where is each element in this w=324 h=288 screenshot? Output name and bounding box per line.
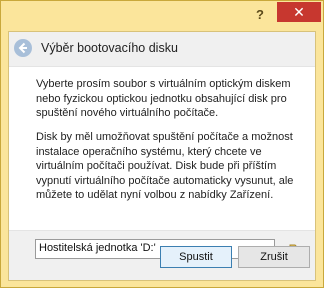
start-button[interactable]: Spustit bbox=[160, 246, 232, 268]
page-title: Výběr bootovacího disku bbox=[41, 41, 178, 55]
content-panel: Vyberte prosím soubor s virtuálním optic… bbox=[9, 66, 315, 259]
back-arrow-icon[interactable] bbox=[14, 39, 32, 57]
close-button[interactable]: ✕ bbox=[277, 2, 321, 22]
back-arrow-glyph bbox=[18, 42, 27, 54]
dialog-body: Výběr bootovacího disku Vyberte prosím s… bbox=[8, 31, 316, 281]
cancel-button[interactable]: Zrušit bbox=[238, 246, 310, 268]
button-bar: Spustit Zrušit bbox=[9, 230, 315, 280]
dialog-window: ? ✕ Výběr bootovacího disku Vyberte pros… bbox=[0, 0, 324, 288]
title-bar: ? ✕ bbox=[1, 1, 323, 31]
info-text: Disk by měl umožňovat spuštění počítače … bbox=[36, 131, 294, 201]
help-button[interactable]: ? bbox=[253, 7, 267, 23]
wizard-header: Výběr bootovacího disku bbox=[9, 32, 315, 66]
instruction-text: Vyberte prosím soubor s virtuálním optic… bbox=[36, 78, 291, 119]
